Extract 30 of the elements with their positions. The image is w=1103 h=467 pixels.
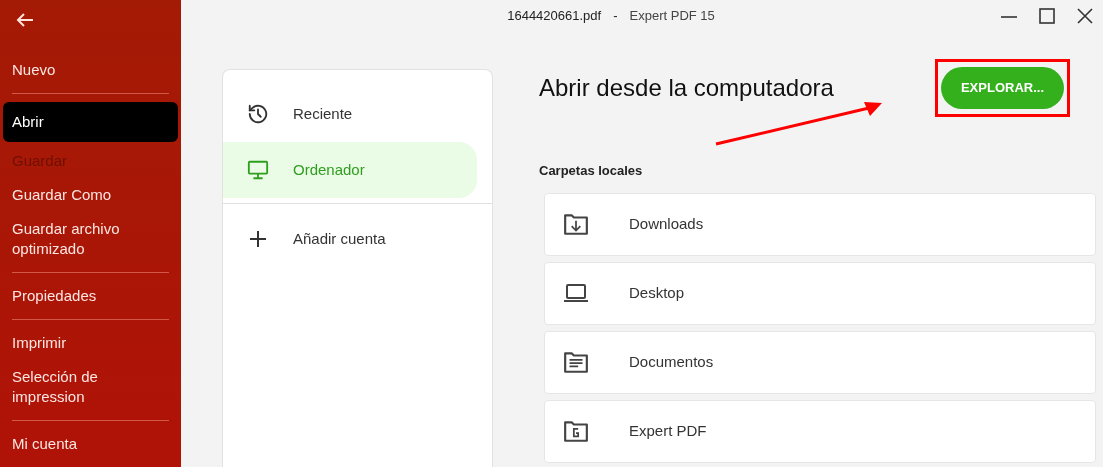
app-folder-icon <box>563 418 589 444</box>
app-title: Expert PDF 15 <box>629 7 715 26</box>
location-item[interactable]: Reciente <box>223 86 477 142</box>
back-arrow-icon[interactable] <box>16 11 34 28</box>
maximize-icon[interactable] <box>1039 8 1055 24</box>
menu-item[interactable]: Nuevo <box>3 55 178 85</box>
location-item[interactable]: Añadir cuenta <box>223 211 477 267</box>
folder-item[interactable]: Documentos <box>544 330 1096 394</box>
menu-item[interactable]: Mi cuenta <box>3 429 178 459</box>
menu-item[interactable]: Propiedades <box>3 281 178 311</box>
folder-item[interactable]: Desktop <box>544 261 1096 325</box>
menu-item[interactable]: Abrir <box>3 102 178 142</box>
title-separator: - <box>613 7 618 26</box>
folder-item[interactable]: Downloads <box>544 192 1096 256</box>
folder-item[interactable]: Expert PDF <box>544 399 1096 463</box>
monitor-icon <box>247 159 269 181</box>
location-item[interactable]: Ordenador <box>223 142 477 198</box>
menu-item[interactable]: Guardar Como <box>3 180 178 210</box>
download-folder-icon <box>563 211 589 237</box>
page-title: Abrir desde la computadora <box>539 73 834 103</box>
document-folder-icon <box>563 349 589 375</box>
document-title: 1644420661.pdf <box>507 7 602 26</box>
history-icon <box>247 103 269 125</box>
plus-icon <box>249 230 267 248</box>
menu-item[interactable]: Guardar archivo optimizado <box>3 214 178 264</box>
close-icon[interactable] <box>1077 8 1093 24</box>
menu-item[interactable]: Selección de impression <box>3 362 178 412</box>
section-heading: Carpetas locales <box>539 162 644 180</box>
menu-item[interactable]: Imprimir <box>3 328 178 358</box>
laptop-icon <box>563 283 589 303</box>
